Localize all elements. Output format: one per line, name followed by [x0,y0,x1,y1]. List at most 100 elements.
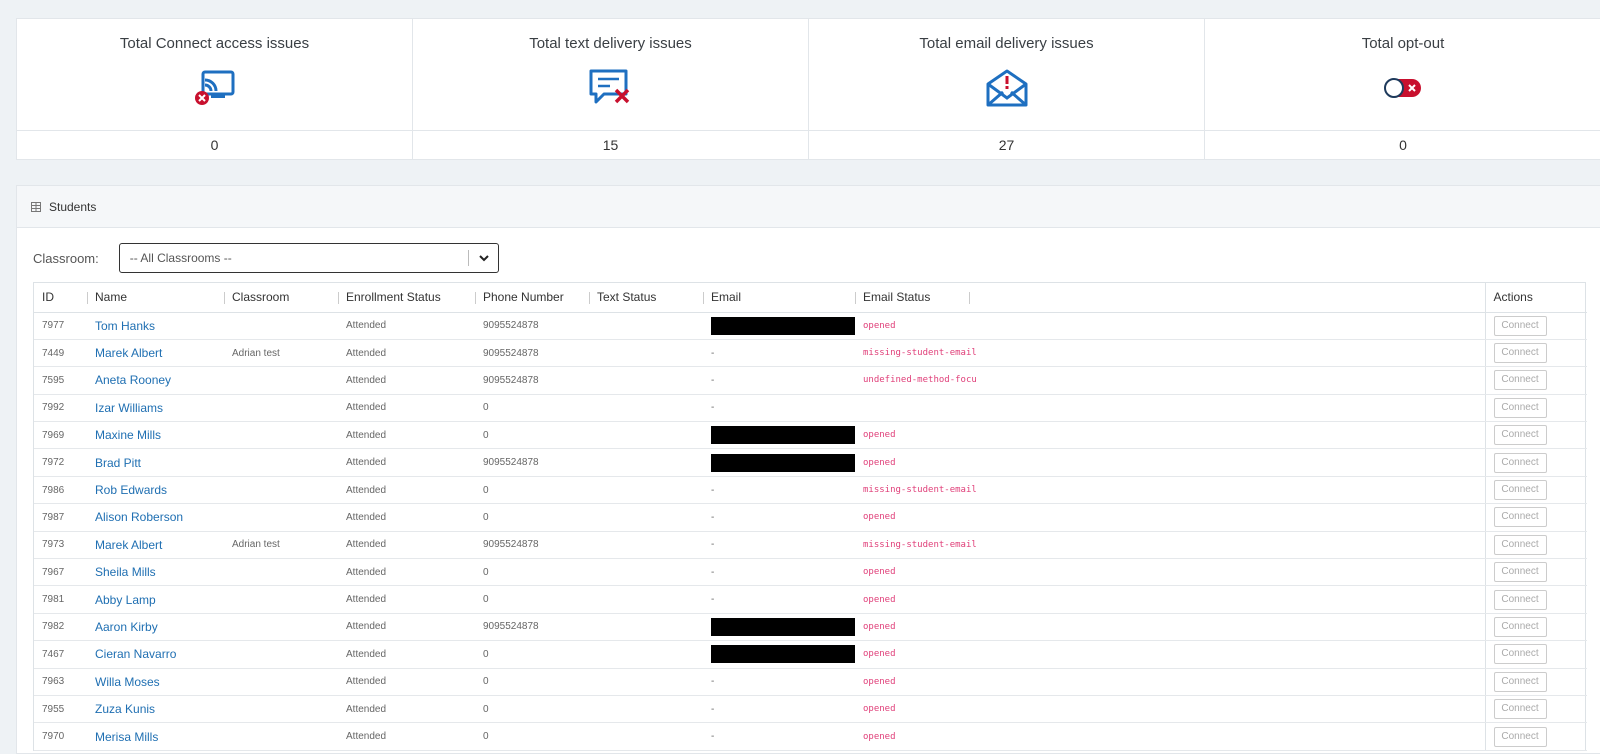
cell-id: 7973 [34,531,87,560]
cell-text-status [589,722,703,751]
cell-actions: Connect [1484,695,1587,724]
column-header-email-status[interactable]: Email Status [855,283,1485,313]
connect-button[interactable]: Connect [1493,452,1547,473]
table-row: 7963 Willa Moses Attended 0 - opened Connect [34,668,1587,696]
student-name-link[interactable]: Sheila Mills [87,558,224,587]
cell-text-status [589,476,703,505]
column-header-actions: Actions [1484,283,1587,313]
cell-actions: Connect [1484,366,1587,395]
cell-actions: Connect [1484,339,1587,368]
cell-email: - [703,339,855,368]
cell-id: 7595 [34,366,87,395]
cell-text-status [589,585,703,614]
student-name-link[interactable]: Izar Williams [87,394,224,423]
connect-button[interactable]: Connect [1493,507,1547,528]
students-table: ID Name Classroom Enrollment Status Phon… [33,282,1587,751]
cell-text-status [589,448,703,477]
cell-classroom [224,722,338,751]
cell-id: 7449 [34,339,87,368]
connect-button[interactable]: Connect [1493,699,1547,720]
connect-button[interactable]: Connect [1493,671,1547,692]
connect-button[interactable]: Connect [1493,534,1547,555]
cell-classroom: Adrian test [224,339,338,368]
student-name-link[interactable]: Maxine Mills [87,421,224,450]
table-row: 7977 Tom Hanks Attended 9095524878 opened Con… [34,312,1587,340]
connect-button[interactable]: Connect [1493,425,1547,446]
stat-title: Total opt-out [1361,35,1445,52]
cell-id: 7982 [34,613,87,642]
cell-email-status: missing-student-email [855,476,1485,505]
column-header-id[interactable]: ID [34,283,87,313]
cell-email: - [703,668,855,696]
stat-value: 0 [1399,137,1407,153]
cell-phone-number: 9095524878 [475,613,589,642]
column-header-phone-number[interactable]: Phone Number [475,283,589,313]
cell-phone-number: 0 [475,640,589,669]
table-row: 7992 Izar Williams Attended 0 - Connect [34,394,1587,423]
student-name-link[interactable]: Zuza Kunis [87,695,224,724]
cell-actions: Connect [1484,558,1587,587]
student-name-link[interactable]: Merisa Mills [87,722,224,751]
student-name-link[interactable]: Aaron Kirby [87,613,224,642]
cell-actions: Connect [1484,722,1587,751]
cell-enrollment-status: Attended [338,585,475,614]
student-name-link[interactable]: Tom Hanks [87,312,224,340]
stat-connect-access: Total Connect access issues 0 [17,19,413,159]
connect-button[interactable]: Connect [1493,562,1547,583]
cell-id: 7955 [34,695,87,724]
student-name-link[interactable]: Aneta Rooney [87,366,224,395]
cell-actions: Connect [1484,531,1587,560]
column-header-name[interactable]: Name [87,283,224,313]
table-row: 7973 Marek Albert Adrian test Attended 90955… [34,531,1587,560]
cell-id: 7987 [34,503,87,532]
cell-email-status: opened [855,312,1485,340]
cell-enrollment-status: Attended [338,668,475,696]
stat-text-delivery: Total text delivery issues 15 [413,19,809,159]
connect-button[interactable]: Connect [1493,370,1547,391]
cell-actions: Connect [1484,421,1587,450]
cell-email-status: missing-student-email [855,531,1485,560]
connect-button[interactable]: Connect [1493,726,1547,747]
table-icon [31,201,41,212]
connect-button[interactable]: Connect [1493,589,1547,610]
cell-enrollment-status: Attended [338,448,475,477]
cell-classroom [224,312,338,340]
connect-button[interactable]: Connect [1493,315,1547,336]
student-name-link[interactable]: Marek Albert [87,531,224,560]
connect-button[interactable]: Connect [1493,397,1547,418]
student-name-link[interactable]: Abby Lamp [87,585,224,614]
student-name-link[interactable]: Brad Pitt [87,448,224,477]
connect-button[interactable]: Connect [1493,616,1547,637]
student-name-link[interactable]: Marek Albert [87,339,224,368]
table-row: 7986 Rob Edwards Attended 0 - missing-student… [34,476,1587,505]
column-header-enrollment-status[interactable]: Enrollment Status [338,283,475,313]
stats-bar: Total Connect access issues 0 Total text… [16,18,1600,160]
column-header-classroom[interactable]: Classroom [224,283,338,313]
cell-email: - [703,531,855,560]
cell-enrollment-status: Attended [338,421,475,450]
cell-email [703,312,855,340]
column-header-text-status[interactable]: Text Status [589,283,703,313]
cell-text-status [589,366,703,395]
cell-phone-number: 0 [475,503,589,532]
cell-phone-number: 0 [475,476,589,505]
panel-header: Students [17,186,1600,228]
cell-actions: Connect [1484,585,1587,614]
student-name-link[interactable]: Willa Moses [87,668,224,696]
connect-button[interactable]: Connect [1493,343,1547,364]
student-name-link[interactable]: Rob Edwards [87,476,224,505]
cell-phone-number: 0 [475,421,589,450]
student-name-link[interactable]: Cieran Navarro [87,640,224,669]
connect-button[interactable]: Connect [1493,644,1547,665]
student-name-link[interactable]: Alison Roberson [87,503,224,532]
chevron-down-icon [479,255,489,262]
cell-phone-number: 0 [475,722,589,751]
table-row: 7972 Brad Pitt Attended 9095524878 opened Con… [34,448,1587,477]
classroom-select[interactable]: -- All Classrooms -- [118,243,499,273]
cell-email-status: opened [855,503,1485,532]
cell-classroom [224,366,338,395]
column-header-email[interactable]: Email [703,283,855,313]
cell-phone-number: 0 [475,585,589,614]
connect-button[interactable]: Connect [1493,480,1547,501]
stat-value: 15 [602,137,619,153]
